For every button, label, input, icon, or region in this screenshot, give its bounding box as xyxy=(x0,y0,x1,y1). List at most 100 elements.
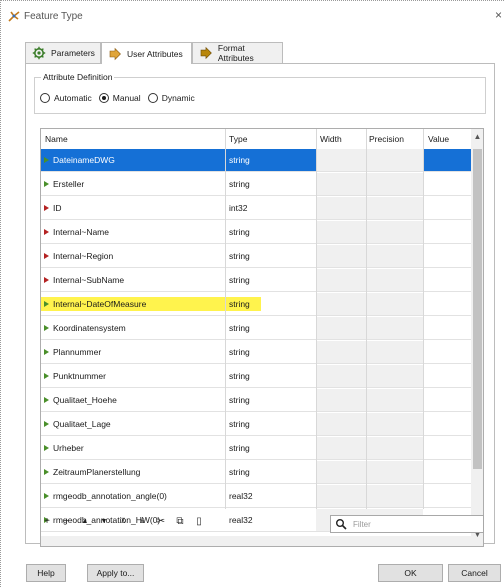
remove-icon[interactable]: − xyxy=(59,515,73,529)
precision-cell[interactable] xyxy=(366,341,423,363)
move-up-icon[interactable]: ▲ xyxy=(78,515,92,529)
column-header-value[interactable]: Value xyxy=(428,134,449,144)
radio-circle xyxy=(40,93,50,103)
precision-cell[interactable] xyxy=(366,293,423,315)
attribute-name: DateinameDWG xyxy=(53,155,115,165)
width-cell[interactable] xyxy=(316,173,366,195)
tab-format-attributes[interactable]: Format Attributes xyxy=(192,42,283,63)
attributes-table: Name Type Width Precision Value Dateinam… xyxy=(40,128,484,547)
width-cell[interactable] xyxy=(316,221,366,243)
value-cell[interactable] xyxy=(423,149,471,171)
table-header: Name Type Width Precision Value xyxy=(41,129,471,149)
table-row[interactable]: Internal~Region string xyxy=(41,245,471,268)
radio-automatic-label: Automatic xyxy=(54,93,92,103)
column-header-width[interactable]: Width xyxy=(320,134,342,144)
column-divider xyxy=(423,129,424,509)
paste-icon[interactable]: ▯ xyxy=(192,515,206,529)
ok-button[interactable]: OK xyxy=(378,564,443,582)
precision-cell[interactable] xyxy=(366,365,423,387)
move-down-icon[interactable]: ▼ xyxy=(97,515,111,529)
attribute-type: string xyxy=(229,323,250,333)
precision-cell[interactable] xyxy=(366,149,423,171)
width-cell[interactable] xyxy=(316,317,366,339)
scroll-thumb[interactable] xyxy=(473,149,482,469)
table-row[interactable]: DateinameDWG string xyxy=(41,149,471,172)
width-cell[interactable] xyxy=(316,293,366,315)
width-cell[interactable] xyxy=(316,461,366,483)
width-cell[interactable] xyxy=(316,197,366,219)
table-row[interactable]: Koordinatensystem string xyxy=(41,317,471,340)
column-divider xyxy=(366,129,367,509)
radio-circle xyxy=(147,93,158,103)
table-row[interactable]: Plannummer string xyxy=(41,341,471,364)
table-row[interactable]: Ersteller string xyxy=(41,173,471,196)
horizontal-scrollbar[interactable] xyxy=(41,536,471,546)
width-cell[interactable] xyxy=(316,413,366,435)
precision-cell[interactable] xyxy=(366,389,423,411)
precision-cell[interactable] xyxy=(366,413,423,435)
attribute-type: string xyxy=(229,155,250,165)
gear-icon xyxy=(32,46,46,60)
radio-manual[interactable]: Manual xyxy=(98,93,141,103)
precision-cell[interactable] xyxy=(366,461,423,483)
radio-automatic[interactable]: Automatic xyxy=(40,93,92,103)
feature-type-dialog: Feature Type × Parameters User Attribute… xyxy=(0,0,504,587)
filter-input[interactable]: Filter xyxy=(330,515,484,533)
precision-cell[interactable] xyxy=(366,437,423,459)
close-icon[interactable]: × xyxy=(495,8,502,22)
column-header-type[interactable]: Type xyxy=(229,134,247,144)
width-cell[interactable] xyxy=(316,269,366,291)
search-icon xyxy=(336,519,347,530)
table-row[interactable]: Internal~SubName string xyxy=(41,269,471,292)
table-row[interactable]: rmgeodb_annotation_angle(0) real32 xyxy=(41,485,471,508)
copy-icon[interactable]: ⧉ xyxy=(173,515,187,529)
attribute-name: Internal~DateOfMeasure xyxy=(53,299,147,309)
precision-cell[interactable] xyxy=(366,269,423,291)
help-button[interactable]: Help xyxy=(26,564,66,582)
precision-cell[interactable] xyxy=(366,317,423,339)
table-row[interactable]: ZeitraumPlanerstellung string xyxy=(41,461,471,484)
table-row[interactable]: Qualitaet_Lage string xyxy=(41,413,471,436)
red-triangle-icon xyxy=(44,277,49,283)
tab-parameters[interactable]: Parameters xyxy=(25,42,101,63)
scroll-up-icon[interactable]: ▲ xyxy=(471,132,483,146)
arrow-right-icon xyxy=(200,46,212,60)
precision-cell[interactable] xyxy=(366,173,423,195)
radio-manual-label: Manual xyxy=(112,93,141,103)
precision-cell[interactable] xyxy=(366,221,423,243)
move-bottom-icon[interactable]: ⊻ xyxy=(135,515,149,529)
table-row[interactable]: Internal~DateOfMeasure string xyxy=(41,293,471,316)
precision-cell[interactable] xyxy=(366,245,423,267)
precision-cell[interactable] xyxy=(366,485,423,507)
width-cell[interactable] xyxy=(316,341,366,363)
width-cell[interactable] xyxy=(316,149,366,171)
user-attributes-panel: Attribute Definition Automatic Manual Dy… xyxy=(25,63,495,547)
cancel-button[interactable]: Cancel xyxy=(448,564,501,582)
width-cell[interactable] xyxy=(316,365,366,387)
width-cell[interactable] xyxy=(316,437,366,459)
column-header-name[interactable]: Name xyxy=(45,134,68,144)
attribute-name: Plannummer xyxy=(53,347,102,357)
width-cell[interactable] xyxy=(316,485,366,507)
table-row[interactable]: Punktnummer string xyxy=(41,365,471,388)
table-row[interactable]: Qualitaet_Hoehe string xyxy=(41,389,471,412)
width-cell[interactable] xyxy=(316,389,366,411)
attribute-type: string xyxy=(229,179,250,189)
add-icon[interactable]: + xyxy=(40,515,54,529)
red-triangle-icon xyxy=(44,205,49,211)
green-triangle-icon xyxy=(44,181,49,187)
column-header-precision[interactable]: Precision xyxy=(369,134,404,144)
cut-icon[interactable]: ✂ xyxy=(154,515,168,529)
table-row[interactable]: Urheber string xyxy=(41,437,471,460)
table-row[interactable]: ID int32 xyxy=(41,197,471,220)
attribute-definition-title: Attribute Definition xyxy=(41,72,115,82)
move-top-icon[interactable]: ⊼ xyxy=(116,515,130,529)
apply-to-button[interactable]: Apply to... xyxy=(87,564,144,582)
radio-dynamic[interactable]: Dynamic xyxy=(147,93,195,103)
vertical-scrollbar[interactable]: ▲ ▼ xyxy=(471,129,483,546)
table-row[interactable]: Internal~Name string xyxy=(41,221,471,244)
precision-cell[interactable] xyxy=(366,197,423,219)
attribute-definition-options: Automatic Manual Dynamic xyxy=(40,93,202,103)
tab-user-attributes[interactable]: User Attributes xyxy=(101,42,192,64)
width-cell[interactable] xyxy=(316,245,366,267)
